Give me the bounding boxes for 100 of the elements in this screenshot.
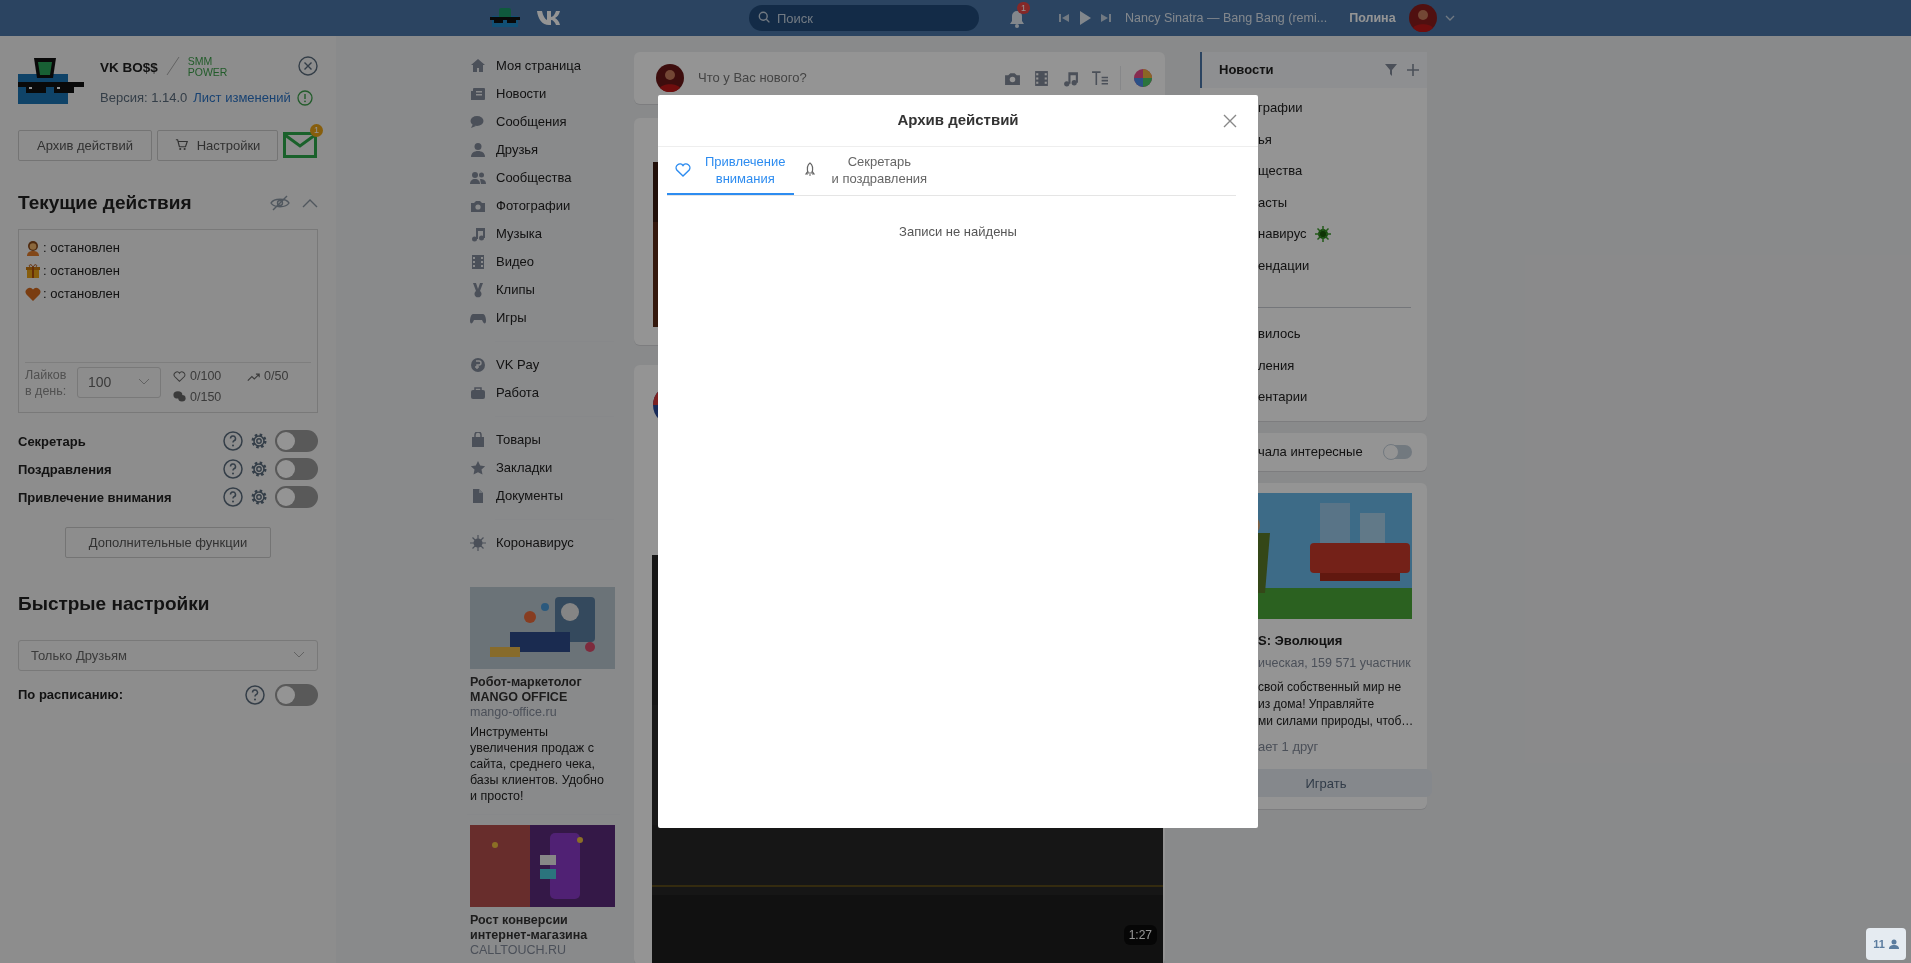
tab[interactable]: Секретарь и поздравления [793,149,936,195]
coin-icon [470,357,486,373]
post-input[interactable]: Что у Вас нового? [696,67,992,89]
boss-logo-icon[interactable] [490,7,520,29]
tagline: SMM POWER [187,56,228,78]
filter-icon[interactable] [1385,64,1397,76]
help-icon[interactable] [223,487,243,508]
text-format-icon[interactable] [1091,69,1108,87]
bell-icon[interactable] [1009,9,1025,28]
film-icon [470,254,486,270]
likes-label: Лайков в день: [25,366,68,399]
toggle-switch[interactable] [275,683,318,706]
help-icon[interactable] [223,459,243,480]
online-friends-button[interactable]: 11 [1866,927,1906,960]
ad-domain: mango-office.ru [469,705,558,720]
collapse-chevron-icon[interactable] [302,198,318,208]
film-icon[interactable] [1033,69,1050,87]
gift-icon [25,262,41,279]
info-icon[interactable] [296,90,313,106]
nav-item[interactable]: Фотографии [467,192,620,220]
person-emoji-icon [25,239,41,256]
close-icon[interactable] [298,56,318,76]
heart-icon [25,285,41,302]
toggle-switch[interactable] [275,458,318,481]
empty-message: Записи не найдены [898,223,1018,241]
news-menu-item[interactable]: Новости [1200,52,1427,88]
color-wheel-icon[interactable] [1133,68,1153,88]
feature-label: Секретарь [18,432,86,451]
nav-item[interactable]: VK Pay [467,351,620,379]
action-status: : остановлен [43,262,120,280]
heart-outline-icon [173,369,186,383]
news-menu-item[interactable]: навирус [1200,218,1427,250]
help-icon[interactable] [245,684,265,705]
close-icon[interactable] [1222,113,1238,129]
avatar[interactable] [656,64,684,92]
person-icon [1889,938,1899,949]
nav-item[interactable]: Работа [467,379,620,407]
add-icon[interactable] [1407,64,1419,76]
next-track-icon[interactable] [1101,13,1111,23]
help-icon[interactable] [223,431,243,452]
action-button[interactable]: Настройки [157,129,278,161]
action-button[interactable]: Архив действий [18,129,152,161]
nav-item[interactable]: Коронавирус [467,529,620,557]
previous-track-icon[interactable] [1059,13,1069,23]
caret-icon[interactable] [1444,15,1455,21]
audience-select[interactable]: Только Друзьям [18,639,318,671]
play-icon[interactable] [1079,11,1091,25]
nav-item[interactable]: Сообщения [467,108,620,136]
home-icon [470,58,486,74]
nav-item[interactable]: Сообщества [467,164,620,192]
ad-title[interactable]: Рост конверсии интернет-магазина [467,913,620,943]
star-icon [470,460,486,476]
nav-item[interactable]: Музыка [467,220,620,248]
search-field[interactable]: Поиск [749,5,979,31]
people-icon [470,170,486,186]
tab[interactable]: Привлечение внимания [667,149,794,195]
section-heading: Текущие действия [18,190,192,215]
music-note-icon [470,226,486,242]
nav-item[interactable]: Клипы [467,276,620,304]
mail-icon[interactable] [283,132,317,159]
virus-icon [470,535,486,551]
nav-item[interactable]: Друзья [467,136,620,164]
likes-select[interactable]: 100 [77,366,161,398]
nav-item[interactable]: Новости [467,80,620,108]
virus-icon [1314,225,1331,242]
nav-item[interactable]: Документы [467,482,620,510]
ad-meta: ическая, 159 571 участник [1258,655,1411,672]
friends-text: ает 1 друг [1258,737,1320,756]
heart-outline-icon [675,162,691,178]
nav-item[interactable]: Товары [467,426,620,454]
more-functions-button[interactable]: Дополнительные функции [65,527,271,559]
notification-badge: 1 [1017,2,1030,15]
music-note-icon[interactable] [1062,69,1079,87]
camera-icon [470,198,486,214]
setting-label: чала интересные [1258,442,1363,461]
hidden-eye-icon[interactable] [270,195,290,211]
toggle-switch[interactable] [275,486,318,509]
feature-label: Поздравления [18,460,112,479]
nav-item[interactable]: Закладки [467,454,620,482]
nav-item[interactable]: Игры [467,304,620,332]
version-text: Версия: 1.14.0 [100,89,188,108]
ad-title[interactable]: Робот-маркетолог MANGO OFFICE [467,675,620,705]
clip-icon [470,282,486,298]
toggle-switch[interactable] [275,430,318,453]
stat-value: 0/50 [264,367,289,385]
nav-item[interactable]: Моя страница [467,52,620,80]
schedule-label: По расписанию: [18,686,124,704]
shopping-bag-icon [470,432,486,448]
stat-value: 0/100 [190,367,222,385]
search-icon [758,11,772,25]
user-name[interactable]: Полина [1349,8,1396,28]
comments-icon [173,390,186,404]
newspaper-icon [470,86,486,102]
track-title[interactable]: Nancy Sinatra — Bang Bang (remi... [1125,8,1328,28]
dropdown-caret-icon [293,651,305,660]
ad-title[interactable]: S: Эволюция [1258,630,1412,650]
dropdown-caret-icon [138,378,150,387]
nav-item[interactable]: Видео [467,248,620,276]
toggle-switch[interactable] [1384,444,1412,459]
changelog-link[interactable]: Лист изменений [193,88,291,108]
